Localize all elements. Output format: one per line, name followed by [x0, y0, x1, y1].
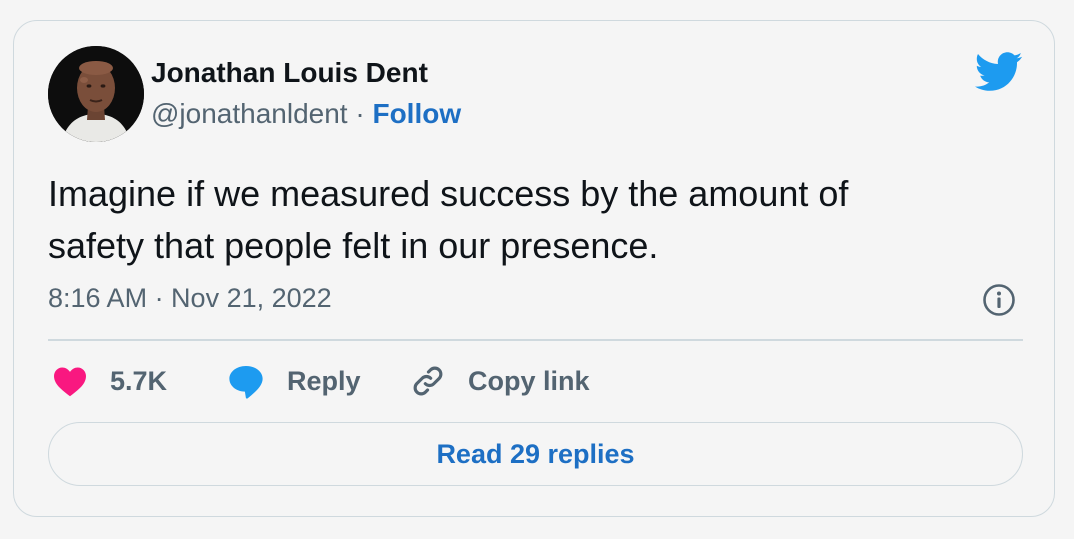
twitter-bird-icon[interactable]: [975, 52, 1023, 92]
handle-separator: ·: [355, 98, 365, 129]
like-button[interactable]: 5.7K: [52, 361, 167, 401]
speech-bubble-icon: [229, 365, 263, 399]
tweet-text: Imagine if we measured success by the am…: [48, 173, 849, 266]
avatar-image: [48, 46, 144, 142]
author-handle-row: @jonathanldent · Follow: [151, 98, 461, 130]
tweet-card: Jonathan Louis Dent @jonathanldent · Fol…: [13, 20, 1055, 517]
copy-link-label: Copy link: [468, 365, 590, 396]
copy-link-button[interactable]: Copy link: [410, 361, 590, 401]
author-name[interactable]: Jonathan Louis Dent: [151, 57, 428, 89]
tweet-timestamp[interactable]: 8:16 AM · Nov 21, 2022: [48, 283, 332, 314]
reply-label: Reply: [287, 365, 361, 396]
heart-icon: [54, 367, 86, 397]
divider: [48, 339, 1023, 341]
link-icon: [413, 366, 443, 396]
read-replies-button[interactable]: Read 29 replies: [48, 422, 1023, 486]
follow-link[interactable]: Follow: [372, 98, 461, 129]
like-count: 5.7K: [110, 365, 168, 396]
avatar[interactable]: [48, 46, 144, 142]
info-icon[interactable]: [982, 283, 1016, 317]
reply-button[interactable]: Reply: [227, 361, 361, 401]
author-handle[interactable]: @jonathanldent: [151, 98, 348, 129]
